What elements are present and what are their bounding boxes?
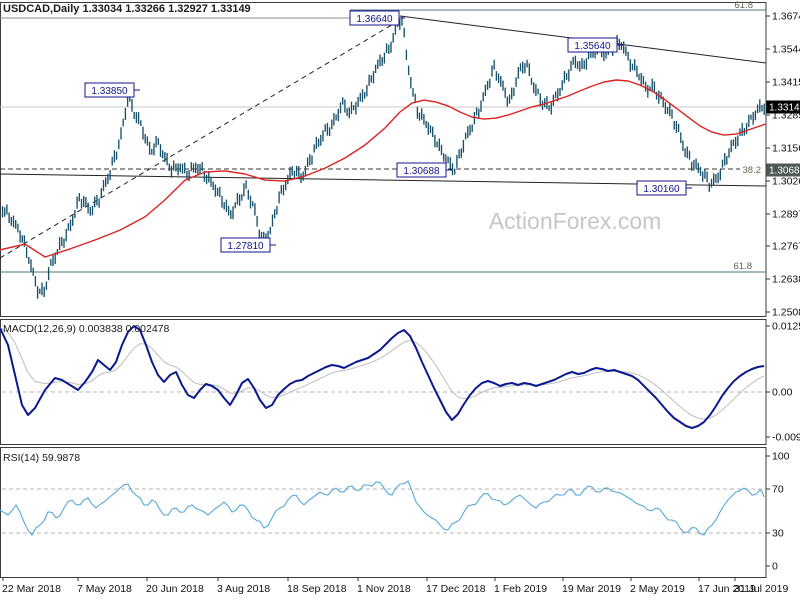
rsi-group — [0, 480, 765, 536]
time-axis-label: 3 Aug 2018 — [217, 583, 270, 595]
chart-title-ohlc: USDCAD,Daily 1.33034 1.33266 1.32927 1.3… — [3, 3, 251, 15]
price-label-1.33850: 1.33850 — [84, 82, 140, 98]
macd-group — [0, 325, 765, 429]
macd-indicator-label: MACD(12,26,9) 0.003838 0.002478 — [3, 323, 170, 335]
time-axis-label: 7 May 2018 — [77, 583, 132, 595]
label-text: 1.35640 — [574, 41, 611, 52]
badge-text: 1.30680 — [769, 166, 800, 177]
fib-label: 61.8 — [734, 261, 753, 272]
fib-label: 61.8 — [735, 0, 754, 11]
label-text: 1.33850 — [91, 86, 128, 97]
candles-group — [1, 15, 765, 299]
price-axis-label: 1.27675 — [772, 241, 800, 253]
price-axis-label: 1.25085 — [772, 307, 800, 319]
indicator-axis-label: 100 — [772, 451, 790, 463]
macd-main-line — [0, 325, 765, 429]
label-text: 1.27810 — [227, 241, 264, 252]
time-axis-label: 20 Jun 2018 — [146, 583, 204, 595]
label-text: 1.36640 — [356, 14, 393, 25]
time-axis-label: 22 Mar 2018 — [2, 583, 61, 595]
time-axis-label: 17 Dec 2018 — [426, 583, 486, 595]
time-axis-label: 18 Sep 2018 — [287, 583, 347, 595]
price-badge-1.33149: 1.33149 — [766, 100, 800, 114]
price-axis-label: 1.31560 — [772, 143, 800, 155]
time-axis-label: 19 Mar 2019 — [562, 583, 621, 595]
label-text: 1.30688 — [403, 166, 440, 177]
chart-canvas[interactable]: ActionForex.com 1.36640 1.33850 1.35640 1.3… — [0, 0, 800, 600]
price-label-1.36640: 1.36640 — [349, 10, 405, 26]
indicator-axis-label: 0.00 — [772, 387, 793, 399]
time-axis-label: 31 Jul 2019 — [734, 583, 788, 595]
price-axis-label: 1.35445 — [772, 44, 800, 56]
time-axis-label: 1 Nov 2018 — [357, 583, 411, 595]
trading-chart-window: ActionForex.com 1.36640 1.33850 1.35640 1.3… — [0, 0, 800, 600]
price-axis-label: 1.28970 — [772, 209, 800, 221]
price-axis-label: 1.30265 — [772, 176, 800, 188]
price-label-1.27810: 1.27810 — [220, 237, 276, 253]
indicator-axis-label: 0.012599 — [772, 321, 800, 333]
price-badge-1.30680: 1.30680 — [766, 163, 800, 177]
rsi-indicator-label: RSI(14) 59.9878 — [3, 452, 80, 464]
price-axis-label: 1.26380 — [772, 274, 800, 286]
price-axis[interactable]: 1.367401.354451.341501.328551.315601.302… — [766, 11, 800, 319]
badge-text: 1.33149 — [769, 103, 800, 114]
price-label-1.35640: 1.35640 — [567, 37, 623, 53]
indicator-axis-label: 70 — [772, 484, 784, 496]
indicator-axis-label: -0.00979 — [772, 432, 800, 444]
price-axis-label: 1.34150 — [772, 77, 800, 89]
fib-label: 38.2 — [743, 165, 762, 176]
indicator-axis-label: 0 — [772, 561, 778, 573]
label-text: 1.30160 — [643, 184, 680, 195]
rsi-pane-border — [0, 447, 767, 578]
time-axis[interactable]: 22 Mar 2018 7 May 2018 20 Jun 2018 3 Aug 20… — [2, 577, 788, 596]
indicator-axis-label: 30 — [772, 528, 784, 540]
time-axis-label: 1 Feb 2019 — [494, 583, 547, 595]
ascending-dashed-trendline — [0, 19, 401, 259]
time-axis-label: 2 May 2019 — [630, 583, 685, 595]
macd-signal-line — [0, 327, 765, 420]
actionforex-watermark: ActionForex.com — [489, 208, 662, 234]
indicator-axes[interactable]: 0.012599 0.00 -0.00979 100 70 30 0 — [766, 321, 800, 573]
price-label-1.30160: 1.30160 — [636, 180, 692, 196]
price-label-1.30688: 1.30688 — [396, 162, 452, 178]
price-axis-label: 1.36740 — [772, 11, 800, 23]
price-pane-border — [0, 2, 767, 317]
